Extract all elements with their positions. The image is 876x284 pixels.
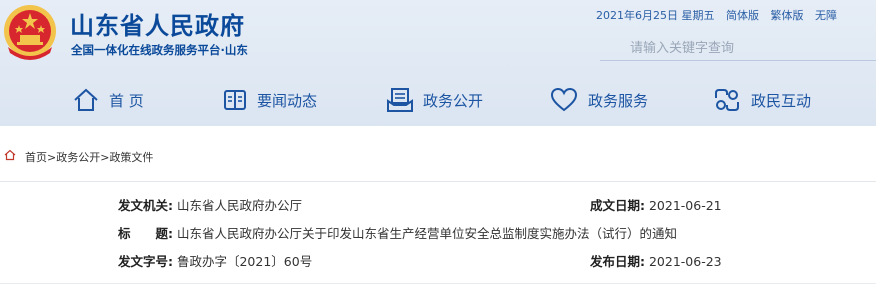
- nav-home-label: 首 页: [109, 91, 144, 110]
- breadcrumb-separator: >: [47, 151, 57, 164]
- written-date-row: 成文日期: 2021-06-21: [590, 195, 722, 214]
- breadcrumb-policy-docs[interactable]: 政策文件: [109, 151, 153, 164]
- top-utility-bar: 2021年6月25日 星期五 简体版 繁体版 无障: [596, 7, 845, 23]
- breadcrumb: 首页>政务公开>政策文件: [0, 126, 876, 182]
- doc-number-row: 发文字号: 鲁政办字〔2021〕60号: [118, 251, 312, 270]
- site-subtitle[interactable]: 全国一体化在线政务服务平台·山东: [71, 42, 248, 58]
- site-header: 山东省人民政府 全国一体化在线政务服务平台·山东 2021年6月25日 星期五 …: [0, 0, 876, 126]
- nav-services-label: 政务服务: [588, 91, 649, 110]
- nav-news[interactable]: 要闻动态: [222, 85, 317, 115]
- nav-interaction[interactable]: 政民互动: [712, 85, 811, 115]
- breadcrumb-gov-affairs[interactable]: 政务公开: [56, 151, 100, 164]
- nav-home[interactable]: 首 页: [72, 85, 144, 115]
- publish-date-value: 2021-06-23: [648, 254, 722, 269]
- document-icon: [387, 88, 413, 112]
- search-box: [600, 36, 876, 61]
- interaction-icon: [715, 89, 739, 111]
- title-value: 山东省人民政府办公厅关于印发山东省生产经营单位安全总监制度实施办法（试行）的通知: [176, 226, 677, 241]
- breadcrumb-home[interactable]: 首页: [25, 151, 47, 164]
- written-date-value: 2021-06-21: [648, 198, 722, 213]
- doc-number-value: 鲁政办字〔2021〕60号: [176, 254, 313, 269]
- main-nav: 首 页 要闻动态 政务公开 政务服务 政民互动: [0, 72, 876, 126]
- nav-news-label: 要闻动态: [257, 91, 318, 110]
- traditional-link[interactable]: 繁体版: [771, 9, 804, 22]
- simplified-link[interactable]: 简体版: [726, 9, 759, 22]
- title-label: 标 题:: [118, 226, 173, 241]
- national-emblem-icon: [4, 5, 56, 60]
- title-row: 标 题: 山东省人民政府办公厅关于印发山东省生产经营单位安全总监制度实施办法（试…: [118, 223, 677, 242]
- nav-gov-affairs[interactable]: 政务公开: [386, 85, 483, 115]
- publish-date-row: 发布日期: 2021-06-23: [590, 251, 722, 270]
- nav-interaction-label: 政民互动: [751, 91, 812, 110]
- publish-date-label: 发布日期:: [590, 254, 645, 269]
- nav-gov-affairs-label: 政务公开: [423, 91, 484, 110]
- breadcrumb-trail: 首页>政务公开>政策文件: [25, 149, 153, 165]
- document-info: 发文机关: 山东省人民政府办公厅 成文日期: 2021-06-21 标 题: 山…: [0, 182, 876, 284]
- home-icon: [74, 88, 98, 111]
- accessibility-link[interactable]: 无障: [815, 9, 837, 22]
- current-date: 2021年6月25日 星期五: [596, 9, 715, 22]
- written-date-label: 成文日期:: [590, 198, 645, 213]
- issuer-label: 发文机关:: [118, 198, 173, 213]
- search-input[interactable]: [600, 36, 876, 60]
- site-title[interactable]: 山东省人民政府: [70, 6, 245, 41]
- heart-icon: [550, 87, 578, 112]
- issuer-value: 山东省人民政府办公厅: [176, 198, 302, 213]
- doc-number-label: 发文字号:: [118, 254, 173, 269]
- issuer-row: 发文机关: 山东省人民政府办公厅: [118, 195, 302, 214]
- book-icon: [224, 90, 246, 110]
- home-icon: [4, 149, 16, 161]
- nav-services[interactable]: 政务服务: [549, 85, 648, 115]
